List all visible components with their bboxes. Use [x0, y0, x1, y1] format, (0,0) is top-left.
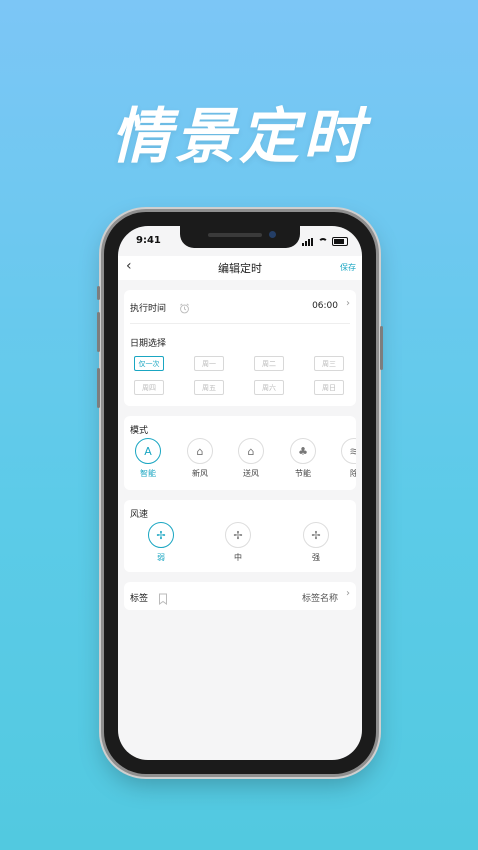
- bookmark-icon: [158, 590, 168, 609]
- option-label: 送风: [243, 469, 259, 478]
- mode-label: 模式: [130, 426, 149, 436]
- nav-bar: ‹ 编辑定时 保存: [118, 256, 362, 280]
- option-label: 中: [234, 553, 242, 562]
- dehumidify-icon: ≋: [341, 438, 356, 464]
- option-label: 除: [350, 469, 356, 478]
- day-option[interactable]: 周二: [254, 356, 284, 371]
- tag-value: 标签名称: [301, 594, 338, 604]
- exec-time-value: 06:00: [312, 301, 338, 311]
- tag-row[interactable]: 标签 标签名称 ›: [124, 582, 356, 610]
- fan-high-icon: ✢: [303, 522, 329, 548]
- fresh-air-icon: ⌂: [187, 438, 213, 464]
- camera: [269, 231, 276, 238]
- mode-option[interactable]: ⌂ 送风: [234, 438, 268, 479]
- option-label: 强: [312, 553, 320, 562]
- mode-card: 模式 A 智能 ⌂ 新风 ⌂ 送风 ♣ 节能 ≋ 除: [124, 416, 356, 490]
- day-option[interactable]: 周三: [314, 356, 344, 371]
- auto-icon: A: [135, 438, 161, 464]
- volume-up-button: [97, 312, 100, 352]
- day-option[interactable]: 仅一次: [134, 356, 164, 371]
- option-label: 弱: [157, 553, 165, 562]
- hero-title: 情景定时: [111, 102, 367, 172]
- speaker: [208, 233, 262, 237]
- chevron-right-icon: ›: [346, 588, 350, 599]
- fan-air-icon: ⌂: [238, 438, 264, 464]
- option-label: 智能: [140, 469, 156, 478]
- day-option[interactable]: 周一: [194, 356, 224, 371]
- exec-time-row[interactable]: 执行时间 06:00 ›: [124, 290, 356, 322]
- date-select-label: 日期选择: [130, 339, 167, 349]
- mode-option[interactable]: ≋ 除: [337, 438, 356, 479]
- day-option[interactable]: 周六: [254, 380, 284, 395]
- option-label: 节能: [295, 469, 311, 478]
- schedule-card: 执行时间 06:00 › 日期选择 仅一次 周一 周二 周三周四 周五 周六 周日: [124, 290, 356, 406]
- chevron-right-icon: ›: [346, 298, 350, 309]
- wifi-icon: [318, 238, 328, 246]
- wind-speed-option[interactable]: ✢ 强: [299, 522, 333, 563]
- page-title: 编辑定时: [218, 262, 262, 275]
- wind-speed-card: 风速 ✢ 弱 ✢ 中 ✢ 强: [124, 500, 356, 572]
- day-option[interactable]: 周五: [194, 380, 224, 395]
- phone-screen: 9:41 ‹ 编辑定时 保存 执行时间 06:00 › 日期选择 仅一次 周一 …: [118, 226, 362, 760]
- fan-low-icon: ✢: [148, 522, 174, 548]
- alarm-clock-icon: [179, 299, 190, 318]
- fan-mid-icon: ✢: [225, 522, 251, 548]
- volume-down-button: [97, 368, 100, 408]
- option-label: 新风: [192, 469, 208, 478]
- power-button: [380, 326, 383, 370]
- battery-icon: [332, 237, 348, 246]
- status-time: 9:41: [136, 235, 161, 246]
- day-option[interactable]: 周日: [314, 380, 344, 395]
- eco-icon: ♣: [290, 438, 316, 464]
- tag-label: 标签: [130, 594, 149, 604]
- wind-speed-option[interactable]: ✢ 中: [221, 522, 255, 563]
- phone-mockup: 9:41 ‹ 编辑定时 保存 执行时间 06:00 › 日期选择 仅一次 周一 …: [97, 212, 383, 774]
- mute-switch: [97, 286, 100, 300]
- divider: [130, 323, 350, 324]
- save-button[interactable]: 保存: [340, 262, 356, 273]
- mode-option[interactable]: ⌂ 新风: [183, 438, 217, 479]
- wind-speed-label: 风速: [130, 510, 149, 520]
- mode-option[interactable]: ♣ 节能: [286, 438, 320, 479]
- wind-speed-option[interactable]: ✢ 弱: [144, 522, 178, 563]
- exec-time-label: 执行时间: [130, 304, 167, 314]
- day-option[interactable]: 周四: [134, 380, 164, 395]
- signal-icon: [302, 235, 314, 246]
- mode-option[interactable]: A 智能: [131, 438, 165, 479]
- notch: [180, 226, 300, 248]
